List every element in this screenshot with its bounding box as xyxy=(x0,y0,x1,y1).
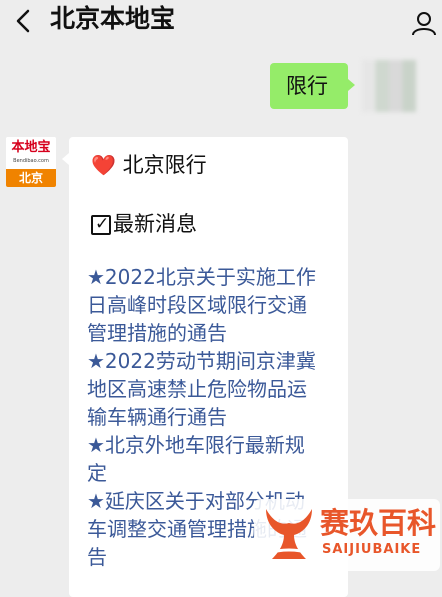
news-link-line[interactable]: 日高峰时段区域限行交通 xyxy=(87,291,347,319)
news-link-line[interactable]: 地区高速禁止危险物品运 xyxy=(87,375,347,403)
logo-bottom: 北京 xyxy=(6,169,56,187)
logo-top: 本地宝 Bendibao.com xyxy=(6,137,56,169)
watermark-subtitle: SAIJIUBAIKE xyxy=(322,542,422,557)
check-mark: ✓ xyxy=(95,214,110,234)
chat-header: 北京本地宝 xyxy=(0,0,442,44)
chat-title: 北京本地宝 xyxy=(50,4,176,33)
logo-brand-text: 本地宝 xyxy=(11,140,51,155)
heart-icon: ❤️ xyxy=(91,153,116,177)
news-link-line[interactable]: ★2022北京关于实施工作 xyxy=(87,263,347,291)
news-link-line[interactable]: 定 xyxy=(87,459,347,487)
user-profile-icon[interactable] xyxy=(410,9,438,37)
my-message-text: 限行 xyxy=(286,74,328,98)
reply-heading: ❤️ 北京限行 xyxy=(91,151,207,179)
my-avatar[interactable] xyxy=(362,60,416,112)
account-avatar[interactable]: 本地宝 Bendibao.com 北京 xyxy=(6,137,56,187)
back-arrow-icon[interactable] xyxy=(12,6,36,36)
checkbox-icon: ✓ xyxy=(91,214,111,235)
watermark: 赛玖百科 SAIJIUBAIKE xyxy=(254,499,440,571)
logo-url-text: Bendibao.com xyxy=(13,158,49,164)
whale-tail-logo-icon xyxy=(266,509,312,559)
reply-subheading: ✓ 最新消息 xyxy=(91,210,197,238)
news-link-line[interactable]: ★北京外地车限行最新规 xyxy=(87,431,347,459)
news-link-line[interactable]: 管理措施的通告 xyxy=(87,319,347,347)
my-message-bubble[interactable]: 限行 xyxy=(270,63,355,109)
logo-city-text: 北京 xyxy=(18,171,43,185)
news-link-line[interactable]: ★2022劳动节期间京津冀 xyxy=(87,347,347,375)
watermark-title: 赛玖百科 xyxy=(320,506,437,540)
news-link-line[interactable]: 输车辆通行通告 xyxy=(87,403,347,431)
reply-subheading-text: 最新消息 xyxy=(113,212,197,236)
reply-heading-text: 北京限行 xyxy=(122,153,207,177)
